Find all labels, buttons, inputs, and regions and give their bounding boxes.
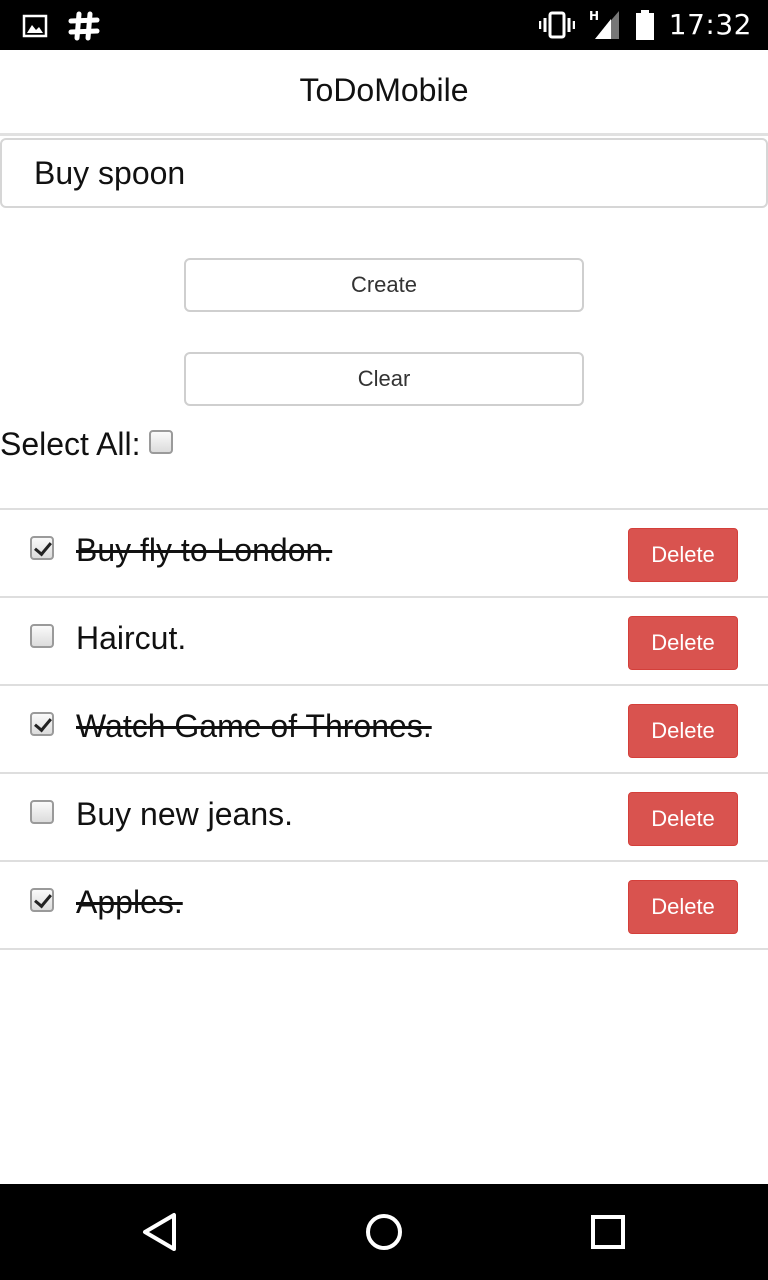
app-header: ToDoMobile [0, 50, 768, 136]
new-todo-input[interactable] [0, 138, 768, 208]
signal-icon: H [589, 9, 619, 39]
network-type-label: H [589, 9, 599, 23]
todo-list: Buy fly to London. Delete Haircut. Delet… [0, 508, 768, 950]
status-bar: H 17:32 [0, 0, 768, 50]
status-time: 17:32 [668, 8, 752, 41]
home-icon[interactable] [364, 1212, 404, 1252]
delete-button[interactable]: Delete [628, 792, 738, 846]
select-all-label: Select All: [0, 426, 141, 462]
todo-text: Buy new jeans. [76, 796, 294, 832]
todo-item: Apples. Delete [0, 862, 768, 950]
back-icon[interactable] [140, 1212, 180, 1252]
todo-text: Buy fly to London. [76, 532, 333, 568]
app-title: ToDoMobile [299, 72, 469, 108]
todo-checkbox[interactable] [30, 624, 54, 648]
clear-button[interactable]: Clear [184, 352, 584, 406]
todo-text: Haircut. [76, 620, 187, 656]
battery-icon [635, 9, 654, 40]
todo-item: Buy fly to London. Delete [0, 510, 768, 598]
delete-button[interactable]: Delete [628, 616, 738, 670]
image-icon [22, 14, 48, 38]
todo-text: Apples. [76, 884, 183, 920]
create-button[interactable]: Create [184, 258, 584, 312]
select-all-row: Select All: [0, 426, 173, 463]
todo-checkbox[interactable] [30, 800, 54, 824]
slack-icon [68, 11, 100, 41]
todo-checkbox[interactable] [30, 712, 54, 736]
delete-button[interactable]: Delete [628, 880, 738, 934]
todo-checkbox[interactable] [30, 888, 54, 912]
delete-button[interactable]: Delete [628, 528, 738, 582]
delete-button[interactable]: Delete [628, 704, 738, 758]
todo-text: Watch Game of Thrones. [76, 708, 432, 744]
todo-item: Haircut. Delete [0, 598, 768, 686]
todo-item: Buy new jeans. Delete [0, 774, 768, 862]
select-all-checkbox[interactable] [148, 429, 173, 454]
vibrate-icon [538, 11, 575, 38]
todo-checkbox[interactable] [30, 536, 54, 560]
todo-item: Watch Game of Thrones. Delete [0, 686, 768, 774]
recents-icon[interactable] [588, 1212, 628, 1252]
navigation-bar [0, 1184, 768, 1280]
